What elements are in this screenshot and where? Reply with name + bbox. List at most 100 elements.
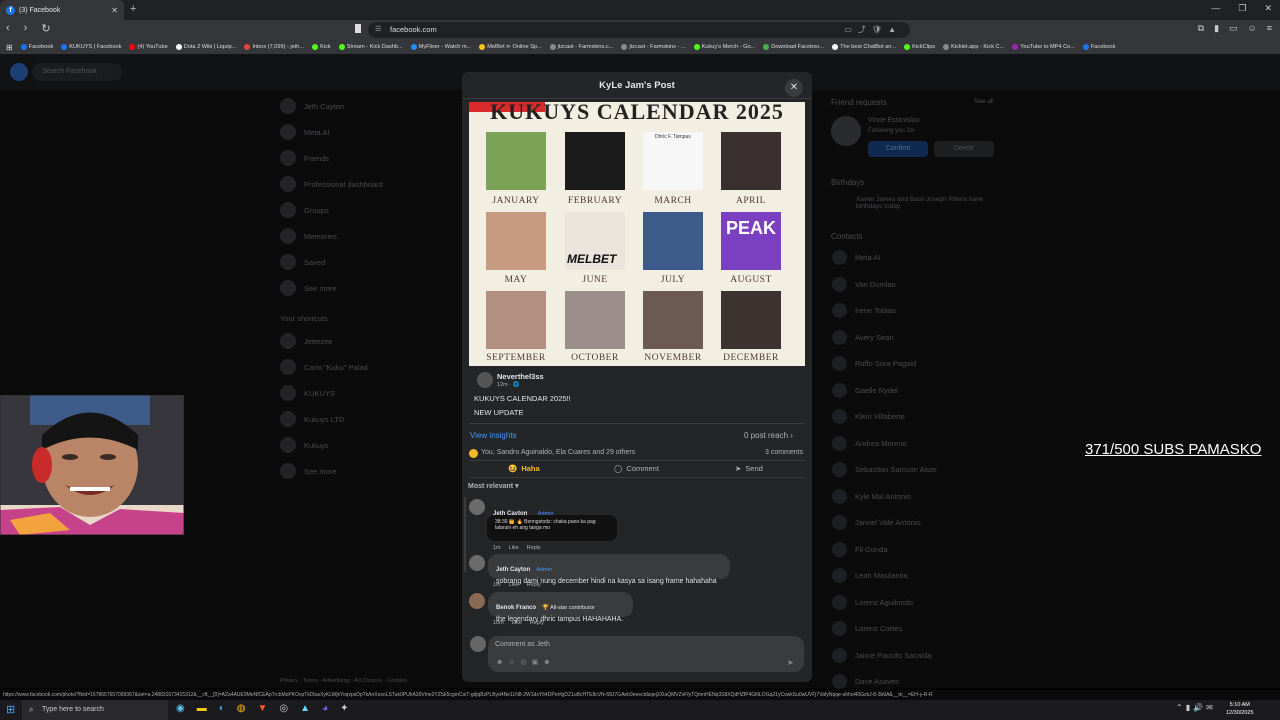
bookmark-item[interactable]: KickClips: [904, 44, 935, 50]
bookmark-item[interactable]: Download Faceboo...: [763, 44, 824, 50]
bookmark-item[interactable]: Facebook: [20, 44, 53, 50]
contact-item[interactable]: Van Dumlao: [832, 276, 896, 292]
bookmark-item[interactable]: Dota 2 Wiki | Liquip...: [175, 44, 236, 50]
bookmark-item[interactable]: KUKUYS | Facebook: [61, 44, 121, 50]
site-info-icon[interactable]: ☰: [375, 22, 381, 38]
sidebar-icon[interactable]: ▮: [1214, 23, 1219, 34]
close-window-icon[interactable]: ✕: [1264, 3, 1272, 14]
post-author-avatar[interactable]: [477, 372, 493, 388]
friend-request-avatar[interactable]: [831, 116, 861, 146]
confirm-request-button[interactable]: Confirm: [868, 141, 928, 157]
taskbar-search-input[interactable]: ⌕ Type here to search: [22, 700, 168, 720]
sidebar-item[interactable]: Groups: [280, 202, 329, 218]
maximize-icon[interactable]: ❐: [1238, 3, 1246, 14]
shortcut-item[interactable]: Kukuys: [280, 437, 329, 453]
post-timestamp[interactable]: 12m · 🌐: [497, 382, 519, 388]
shortcut-item[interactable]: Kukuys LTD: [280, 411, 344, 427]
reactions-summary[interactable]: You, Sandro Aguinaldo, Ela Cuares and 29…: [469, 449, 635, 456]
sidebar-item[interactable]: Jeth Cayton: [280, 98, 344, 114]
like-comment-button[interactable]: Like: [512, 620, 522, 626]
contact-item[interactable]: Fil Gonda: [832, 541, 888, 557]
footer-links[interactable]: Privacy · Terms · Advertising · Ad Choic…: [280, 678, 407, 684]
bookmark-item[interactable]: Stream - Kick Dashb...: [338, 44, 403, 50]
bookmark-item[interactable]: Kukuy's Merch - Go...: [693, 44, 755, 50]
contact-item[interactable]: Jaime Pancito Sacalda: [832, 647, 931, 663]
bookmark-item[interactable]: Kick: [312, 44, 331, 50]
facebook-logo-icon[interactable]: [10, 63, 28, 81]
comment-time[interactable]: 1m: [493, 545, 501, 551]
address-bar[interactable]: ☰ facebook.com ▭⤴🛡▲: [368, 22, 910, 38]
sidebar-item[interactable]: See more: [280, 280, 337, 296]
contact-item[interactable]: Jannel Vale Antonio: [832, 515, 921, 530]
shortcut-item[interactable]: See more: [280, 463, 337, 479]
contact-item[interactable]: Lorenz Aguilondo: [832, 594, 913, 610]
menu-icon[interactable]: ≡: [1267, 23, 1272, 34]
shortcut-item[interactable]: Cario "Kuku" Palad: [280, 359, 368, 375]
contact-item[interactable]: Meta AI: [832, 250, 880, 265]
reply-comment-button[interactable]: Reply: [527, 582, 541, 588]
sidebar-item[interactable]: Meta AI: [280, 124, 329, 140]
system-tray[interactable]: ⌃▮🔊✉: [1176, 703, 1216, 712]
address-bar-actions-icon[interactable]: ▭⤴🛡▲: [844, 22, 902, 38]
see-all-link[interactable]: See all: [974, 98, 994, 105]
bookmark-item[interactable]: jtzcast - Farmskins.c...: [549, 44, 613, 50]
bookmark-item[interactable]: (4) YouTube: [129, 44, 168, 50]
sidebar-item[interactable]: Memories: [280, 228, 337, 244]
contact-item[interactable]: Leah Masilantia: [832, 568, 908, 583]
comment-time[interactable]: 10m: [493, 620, 504, 626]
back-icon[interactable]: ‹: [6, 22, 10, 35]
app-icon[interactable]: ✦: [340, 703, 348, 714]
bookmark-item[interactable]: MelBet ⊳ Online Sp...: [479, 44, 542, 50]
sidebar-item[interactable]: Professional dashboard: [280, 176, 383, 192]
contact-item[interactable]: Irene Tobias: [832, 303, 896, 318]
apps-icon[interactable]: ⊞: [6, 43, 13, 52]
minimize-icon[interactable]: —: [1211, 3, 1220, 14]
bookmark-item[interactable]: Kicklet.app - Kick C...: [943, 44, 1004, 50]
edge-icon[interactable]: ◐: [219, 703, 225, 714]
comment-sticker[interactable]: 38:36 👑 🔥 Benngstodz: chaka pano ka pag …: [487, 515, 617, 541]
bookmark-item[interactable]: YouTube to MP4 Co...: [1012, 44, 1075, 50]
commenter-avatar[interactable]: [469, 593, 485, 609]
post-author-name[interactable]: Neverthel3ss: [497, 372, 544, 381]
contact-item[interactable]: Sebastian Samson Aiser: [832, 462, 937, 477]
contact-item[interactable]: Avery Sean: [832, 329, 894, 345]
comments-count[interactable]: 3 comments: [765, 449, 803, 456]
friend-request-name[interactable]: Vince Estanislao: [868, 117, 920, 124]
taskbar-clock[interactable]: 5:10 AM 12/30/2025: [1226, 701, 1254, 717]
bookmark-item[interactable]: The best ChatBot an...: [832, 44, 896, 50]
profile-icon[interactable]: ☺: [1248, 23, 1257, 34]
brave-icon[interactable]: ▼: [258, 703, 268, 714]
sidebar-item[interactable]: Friends: [280, 150, 329, 166]
commenter-name[interactable]: Benok Franco: [496, 605, 536, 611]
app-icon[interactable]: ▲: [300, 703, 310, 714]
view-insights-link[interactable]: View insights: [470, 431, 517, 440]
contact-item[interactable]: Kyle Mai Antonio: [832, 488, 911, 504]
close-modal-icon[interactable]: ✕: [785, 79, 803, 97]
bookmark-item[interactable]: Inbox (7,099) - jeth...: [244, 44, 304, 50]
browser-tab[interactable]: f (3) Facebook ✕: [0, 0, 124, 20]
commenter-avatar[interactable]: [469, 555, 485, 571]
comment-button[interactable]: ◯ Comment: [614, 464, 659, 473]
contact-item[interactable]: Ruffo Sora Pagaid: [832, 356, 916, 371]
discord-icon[interactable]: ◕: [322, 703, 328, 714]
new-tab-icon[interactable]: +: [130, 3, 136, 15]
reply-comment-button[interactable]: Reply: [527, 545, 541, 551]
chrome-icon[interactable]: ◍: [237, 703, 246, 714]
post-reach[interactable]: 0 post reach ›: [744, 431, 793, 440]
like-comment-button[interactable]: Like: [509, 582, 519, 588]
bookmark-item[interactable]: Facebook: [1082, 44, 1115, 50]
obs-icon[interactable]: ◎: [279, 703, 288, 714]
contact-item[interactable]: Lorenz Cortes: [832, 621, 902, 636]
bookmark-icon[interactable]: [355, 24, 361, 33]
commenter-avatar[interactable]: [469, 499, 485, 515]
contact-item[interactable]: Gaelle Rydel: [832, 382, 898, 398]
close-tab-icon[interactable]: ✕: [111, 6, 118, 15]
send-button[interactable]: ➤ Send: [735, 464, 763, 473]
commenter-name[interactable]: Jeth Cayton: [496, 567, 530, 573]
sticker-icon[interactable]: ☻: [543, 659, 555, 666]
delete-request-button[interactable]: Delete: [934, 141, 994, 157]
bookmark-item[interactable]: MyFlixer - Watch m...: [410, 44, 471, 50]
camera-icon[interactable]: ◎: [521, 659, 532, 666]
facebook-search-input[interactable]: Search Facebook: [32, 63, 122, 81]
reload-icon[interactable]: ↻: [41, 22, 50, 35]
